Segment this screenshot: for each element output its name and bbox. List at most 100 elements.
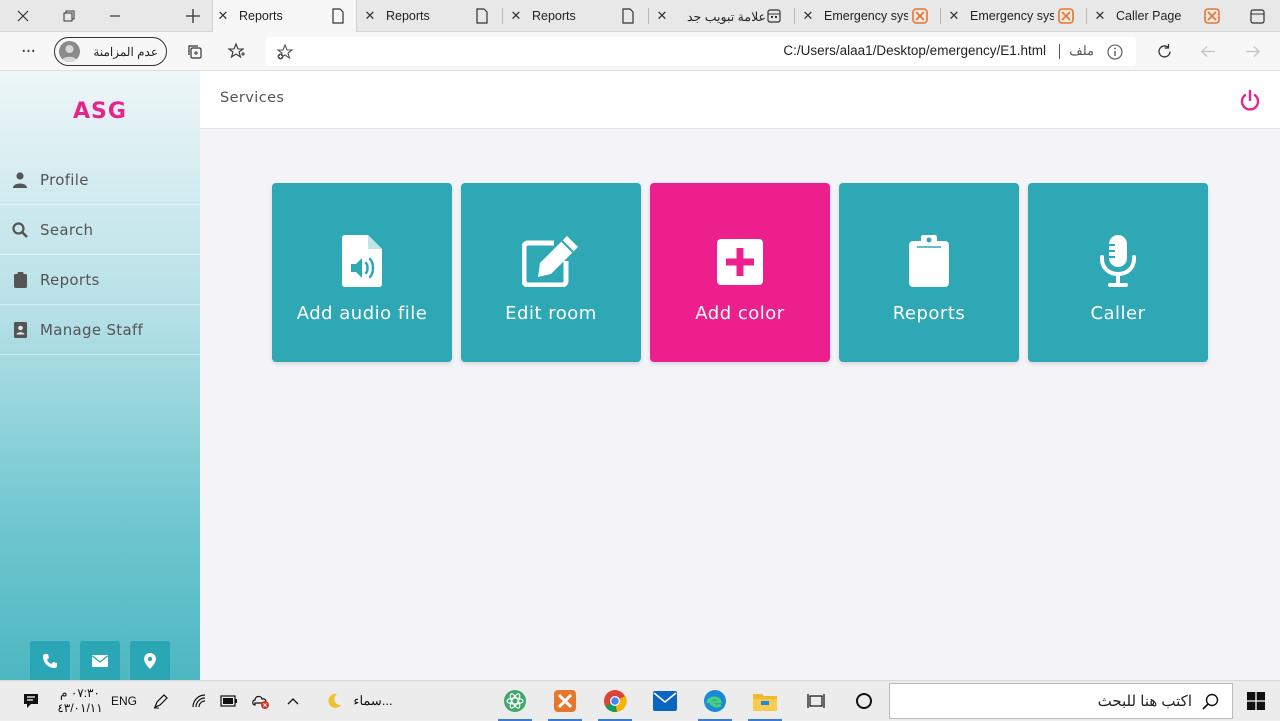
- taskbar: ٠٧:٣٠ م ٤٣/٠١/١١ ENG سماء... اكتب هنا لل…: [0, 680, 1280, 721]
- task-view-icon: [807, 694, 825, 708]
- sidebar-item-label: Reports: [40, 270, 100, 289]
- taskbar-search-input[interactable]: اكتب هنا للبحث: [889, 683, 1233, 719]
- sidebar-item-label: Profile: [40, 170, 89, 189]
- profile-button[interactable]: عدم المزامنة: [54, 37, 167, 66]
- folder-icon: [753, 694, 777, 711]
- refresh-button[interactable]: [1150, 38, 1178, 64]
- card-label: Reports: [892, 303, 966, 324]
- forward-button[interactable]: [1194, 38, 1222, 64]
- tab-close-icon[interactable]: ✕: [1090, 8, 1110, 24]
- new-tab-button[interactable]: [170, 0, 216, 32]
- tab-emergency-1[interactable]: ✕ Emergency sys: [798, 0, 938, 32]
- map-marker-icon: [144, 653, 156, 669]
- tab-close-icon[interactable]: ✕: [652, 8, 672, 24]
- language-indicator[interactable]: ENG: [108, 681, 140, 721]
- tab-close-icon[interactable]: ✕: [506, 8, 526, 24]
- collections-button[interactable]: [180, 38, 208, 64]
- tab-separator: [940, 8, 941, 24]
- window-minimize-button[interactable]: [92, 0, 138, 32]
- user-avatar-icon: [61, 45, 78, 62]
- taskbar-app-chrome[interactable]: [594, 681, 636, 721]
- card-label: Add audio file: [296, 303, 428, 324]
- tab-actions-button[interactable]: [1234, 0, 1280, 32]
- card-edit-room[interactable]: Edit room: [461, 183, 641, 362]
- settings-more-button[interactable]: ···: [14, 38, 42, 64]
- window-close-button[interactable]: [0, 0, 46, 32]
- favorites-button[interactable]: [222, 38, 250, 64]
- sidebar-item-reports[interactable]: Reports: [0, 255, 200, 305]
- show-hidden-icons-button[interactable]: [282, 681, 304, 721]
- card-label: Edit room: [505, 303, 597, 324]
- sidebar-item-label: Manage Staff: [40, 320, 144, 339]
- cortana-icon: [856, 693, 872, 709]
- tab-reports-2[interactable]: ✕ Reports: [360, 0, 500, 32]
- card-add-audio-file[interactable]: Add audio file: [272, 183, 452, 362]
- cortana-button[interactable]: [846, 681, 882, 721]
- tab-new-tab[interactable]: ✕ علامة تبويب جد: [652, 0, 792, 32]
- edge-icon: [704, 690, 726, 712]
- info-icon[interactable]: [1107, 44, 1123, 60]
- arrow-right-icon: [1245, 45, 1260, 57]
- chevron-up-icon: [287, 698, 299, 705]
- tab-emergency-2[interactable]: ✕ Emergency sys: [944, 0, 1084, 32]
- clock[interactable]: ٠٧:٣٠ م ٤٣/٠١/١١: [56, 681, 104, 721]
- xampp-icon: [554, 690, 576, 712]
- top-bar: Services: [200, 71, 1280, 129]
- tab-actions-icon: [1249, 8, 1265, 24]
- taskbar-app-file-explorer[interactable]: [744, 681, 786, 721]
- sidebar-item-manage-staff[interactable]: Manage Staff: [0, 305, 200, 355]
- window-restore-button[interactable]: [46, 0, 92, 32]
- main-content: Services Add audio file Edit room Add co…: [200, 71, 1280, 680]
- card-add-color[interactable]: Add color: [650, 183, 830, 362]
- sidebar-item-search[interactable]: Search: [0, 205, 200, 255]
- tab-close-icon[interactable]: ✕: [360, 8, 380, 24]
- location-button[interactable]: [130, 641, 170, 681]
- tab-reports-1[interactable]: ✕ Reports: [212, 0, 357, 32]
- page-icon: [332, 8, 344, 24]
- tab-reports-3[interactable]: ✕ Reports: [506, 0, 646, 32]
- breadcrumb: Services: [220, 90, 285, 106]
- arrow-left-icon: [1200, 45, 1215, 57]
- battery-button[interactable]: [218, 681, 240, 721]
- taskbar-app-xampp[interactable]: [544, 681, 586, 721]
- brand-logo: ASG: [73, 99, 127, 124]
- edit-icon: [522, 236, 578, 287]
- notifications-button[interactable]: [14, 681, 48, 721]
- taskbar-app-edge[interactable]: [694, 681, 736, 721]
- card-label: Caller: [1090, 303, 1146, 324]
- user-icon: [13, 171, 27, 188]
- tab-close-icon[interactable]: ✕: [213, 8, 233, 24]
- address-bar[interactable]: C:/Users/alaa1/Desktop/emergency/E1.html…: [266, 37, 1136, 66]
- more-icon: ···: [20, 40, 36, 62]
- taskbar-app-atom[interactable]: [494, 681, 536, 721]
- add-favorite-icon[interactable]: [276, 43, 294, 61]
- tab-close-icon[interactable]: ✕: [944, 8, 964, 24]
- tab-close-icon[interactable]: ✕: [798, 8, 818, 24]
- power-icon[interactable]: [1238, 89, 1262, 113]
- weather-text[interactable]: سماء...: [348, 681, 398, 721]
- taskbar-app-mail[interactable]: [644, 681, 686, 721]
- wifi-icon: [192, 694, 206, 708]
- network-button[interactable]: [188, 681, 210, 721]
- card-reports[interactable]: Reports: [839, 183, 1019, 362]
- onedrive-button[interactable]: [250, 681, 272, 721]
- phone-icon: [43, 654, 57, 668]
- card-caller[interactable]: Caller: [1028, 183, 1208, 362]
- start-button[interactable]: [1236, 681, 1276, 721]
- moon-icon: [328, 693, 341, 708]
- phone-button[interactable]: [30, 641, 70, 681]
- tab-caller-page[interactable]: ✕ Caller Page: [1090, 0, 1230, 32]
- email-button[interactable]: [80, 641, 120, 681]
- task-view-button[interactable]: [798, 681, 834, 721]
- sidebar: ASG Profile Search Reports Manage Staff: [0, 71, 200, 681]
- pen-button[interactable]: [150, 681, 172, 721]
- minimize-icon: [110, 15, 120, 17]
- favorites-star-icon: [227, 42, 245, 59]
- cloud-error-icon: [252, 695, 269, 709]
- weather-icon-button[interactable]: [322, 681, 346, 721]
- url-scheme-label: ملف: [1069, 43, 1094, 58]
- sidebar-item-profile[interactable]: Profile: [0, 155, 200, 205]
- tab-separator: [1086, 8, 1087, 24]
- clipboard-icon: [909, 235, 949, 287]
- back-button[interactable]: [1238, 38, 1266, 64]
